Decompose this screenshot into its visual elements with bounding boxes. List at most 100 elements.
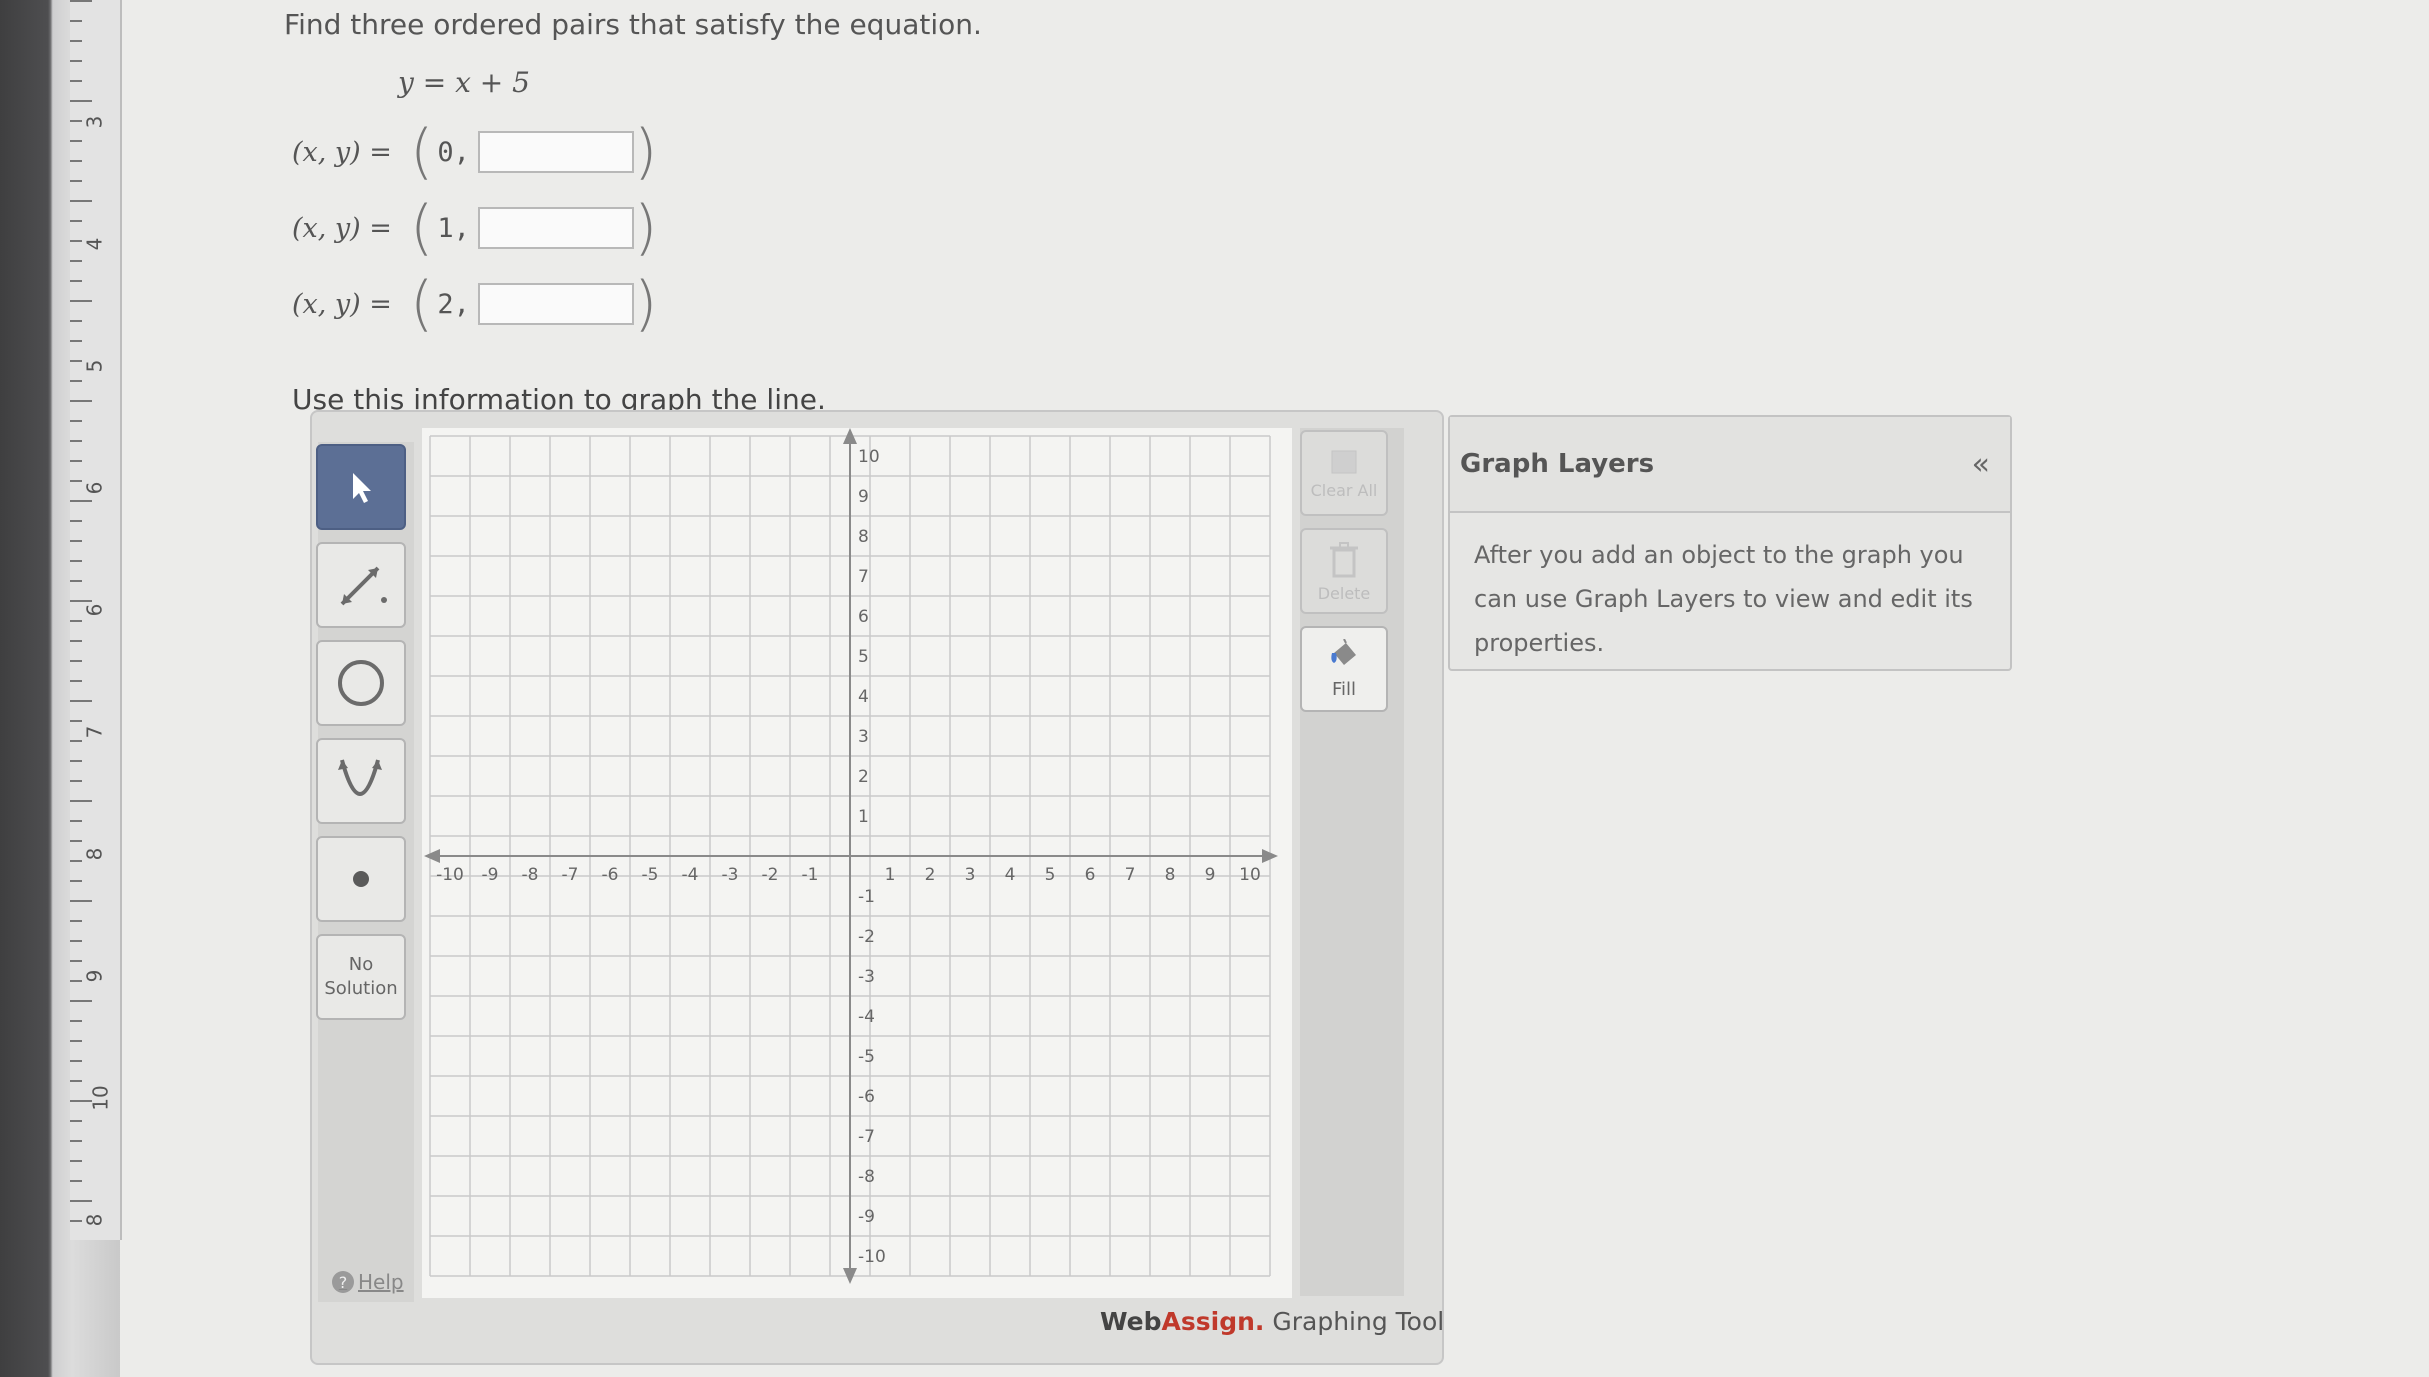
ruler-number: 9 <box>82 969 107 983</box>
y-tick-label: -10 <box>858 1247 886 1267</box>
y-answer-input-1[interactable] <box>477 131 634 173</box>
y-answer-input-3[interactable] <box>477 283 634 325</box>
circle-tool-button[interactable] <box>316 640 406 726</box>
brand-web: Web <box>1100 1307 1162 1336</box>
ruler-tick <box>70 920 82 922</box>
point-icon <box>353 871 369 887</box>
y-tick-label: 7 <box>858 567 869 587</box>
x-tick-label: -10 <box>436 865 464 885</box>
ruler-tick <box>70 940 82 942</box>
ruler-tick <box>70 1080 82 1082</box>
ruler-tick <box>70 540 82 542</box>
ruler-tick <box>70 820 82 822</box>
x-tick-label: 2 <box>925 865 936 885</box>
ruler-tick <box>70 360 82 362</box>
help-link[interactable]: ? Help <box>332 1270 404 1294</box>
x-value: 0, <box>437 136 470 168</box>
ruler-tick <box>70 400 92 402</box>
ruler-tick <box>70 1060 82 1062</box>
ruler-tick <box>70 440 82 442</box>
ruler-tick <box>70 740 82 742</box>
ruler-number: 10 <box>88 1085 113 1111</box>
x-tick-label: 7 <box>1125 865 1136 885</box>
ruler-tick <box>70 60 82 62</box>
circle-icon <box>338 660 384 706</box>
fill-label: Fill <box>1331 678 1357 700</box>
x-tick-label: 4 <box>1005 865 1016 885</box>
collapse-icon[interactable]: « <box>1972 447 1990 482</box>
y-tick-label: 5 <box>858 647 869 667</box>
point-tool-button[interactable] <box>316 836 406 922</box>
ruler-tick <box>70 40 82 42</box>
ruler-tick <box>70 240 82 242</box>
help-label: Help <box>358 1270 404 1294</box>
ruler-tick <box>70 160 82 162</box>
pair-label: (x, y) = <box>292 212 392 244</box>
ruler-number: 5 <box>82 359 107 373</box>
y-tick-label: 10 <box>858 447 880 467</box>
x-tick-label: -2 <box>762 865 779 885</box>
pair-label: (x, y) = <box>292 288 392 320</box>
ruler-tick <box>70 720 82 722</box>
y-tick-label: -7 <box>858 1127 875 1147</box>
ruler-tick <box>70 640 82 642</box>
ruler-tick <box>70 1040 82 1042</box>
y-tick-label: 3 <box>858 727 869 747</box>
brand-tool-name: Graphing Tool <box>1264 1307 1445 1336</box>
ruler-tick <box>70 220 82 222</box>
ruler-tick <box>70 1120 82 1122</box>
parabola-tool-button[interactable] <box>316 738 406 824</box>
ruler-tick <box>70 180 82 182</box>
graph-layers-title: Graph Layers <box>1460 449 1655 479</box>
grid-background <box>422 428 1292 1298</box>
x-tick-label: 1 <box>885 865 896 885</box>
y-tick-label: -1 <box>858 887 875 907</box>
x-tick-label: -6 <box>602 865 619 885</box>
x-tick-label: 5 <box>1045 865 1056 885</box>
y-answer-input-2[interactable] <box>477 207 634 249</box>
ruler-tick <box>70 900 92 902</box>
ruler-tick <box>70 260 82 262</box>
ruler-number: 4 <box>82 237 107 251</box>
graph-layers-header: Graph Layers « <box>1450 417 2010 513</box>
ruler-tick <box>70 860 82 862</box>
delete-label: Delete <box>1317 583 1371 603</box>
parabola-icon <box>338 759 382 796</box>
webassign-brand: WebAssign. Graphing Tool <box>1100 1307 1444 1336</box>
delete-button[interactable]: Delete <box>1300 528 1388 614</box>
ruler-tick <box>70 1160 82 1162</box>
y-tick-label: 4 <box>858 687 869 707</box>
ruler-tick <box>70 1000 92 1002</box>
pair-row: (x, y) = ( 0, ) <box>292 120 657 184</box>
coordinate-grid[interactable]: -10 -9 -8 -7 -6 -5 -4 -3 -2 -1 1 2 3 4 5 6 7 8 9 10 10 9 8 7 6 5 4… <box>422 428 1292 1298</box>
y-tick-label: -5 <box>858 1047 875 1067</box>
ruler-tick <box>70 600 92 602</box>
close-paren: ) <box>633 193 658 263</box>
pair-row: (x, y) = ( 2, ) <box>292 272 657 336</box>
x-tick-label: -3 <box>722 865 739 885</box>
ruler-tick <box>70 680 82 682</box>
fill-button[interactable]: Fill <box>1300 626 1388 712</box>
x-tick-label: 10 <box>1239 865 1261 885</box>
ruler-strip: 3 4 5 6 6 7 8 9 10 8 <box>70 0 122 1240</box>
pointer-tool-button[interactable] <box>316 444 406 530</box>
x-tick-label: -7 <box>562 865 579 885</box>
x-value: 2, <box>437 288 470 320</box>
x-tick-label: -5 <box>642 865 659 885</box>
ruler-tick <box>70 120 82 122</box>
ruler-number: 8 <box>82 847 107 861</box>
y-tick-label: -8 <box>858 1167 875 1187</box>
line-tool-button[interactable] <box>316 542 406 628</box>
ruler-tick <box>70 20 82 22</box>
fill-bucket-icon <box>1331 638 1356 665</box>
pair-row: (x, y) = ( 1, ) <box>292 196 657 260</box>
clear-all-icon <box>1331 450 1357 473</box>
clear-all-button[interactable]: Clear All <box>1300 430 1388 516</box>
y-tick-label: -2 <box>858 927 875 947</box>
y-tick-label: -6 <box>858 1087 875 1107</box>
ruler-tick <box>70 880 82 882</box>
arrow-cursor-icon <box>353 473 371 503</box>
ruler-tick <box>70 1140 82 1142</box>
no-solution-button[interactable]: No Solution <box>316 934 406 1020</box>
x-value: 1, <box>437 212 470 244</box>
